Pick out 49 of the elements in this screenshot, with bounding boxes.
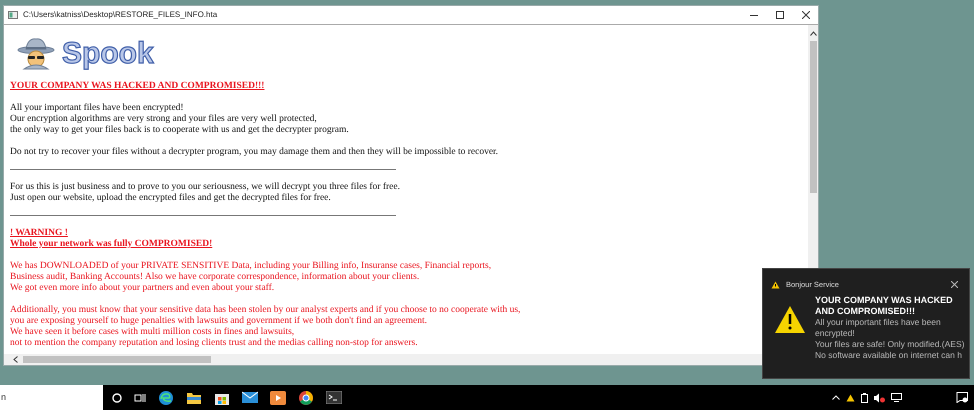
warning-heading: Whole your network was fully COMPROMISED! [10, 239, 212, 250]
scroll-left-icon[interactable] [13, 356, 18, 363]
warning-heading: YOUR COMPANY WAS HACKED AND COMPROMISED!!! [10, 81, 264, 92]
search-text: n [1, 390, 6, 404]
notification-icon[interactable] [956, 392, 968, 403]
scroll-thumb[interactable] [23, 356, 211, 363]
task-view-icon[interactable] [134, 392, 146, 402]
note-line: Additionally, you must know that your sensitive data has been stolen by our analyst experts and if you choose to no cooperate with us, [10, 305, 520, 316]
warning-icon [771, 280, 780, 289]
notification-text: No software available on internet can h [815, 350, 962, 362]
search-field[interactable]: n [0, 385, 103, 410]
warning-heading: ! WARNING ! [10, 228, 68, 239]
monitor-icon[interactable] [891, 393, 902, 402]
folder-icon[interactable] [186, 390, 202, 404]
logo-text: Spook [62, 39, 154, 69]
notification-title: YOUR COMPANY WAS HACKED AND COMPROMISED!!! [815, 295, 954, 318]
media-icon[interactable] [270, 390, 286, 404]
note-line: Do not try to recover your files without a decrypter program, you may damage them and then they will be impossible to recover. [10, 147, 498, 158]
note-line: We have seen it before cases with multi million costs in fines and lawsuits, [10, 327, 294, 338]
close-icon[interactable] [951, 281, 958, 288]
maximize-icon[interactable] [776, 11, 784, 19]
scroll-up-icon[interactable] [810, 31, 816, 36]
window-title: C:\Users\katniss\Desktop\RESTORE_FILES_INFO.hta [23, 9, 218, 21]
warning-icon[interactable] [846, 394, 855, 402]
browser-icon[interactable] [158, 390, 174, 406]
note-line: not to mention the company reputation and losing clients trust and the medias calling non-stop for answers. [10, 338, 418, 349]
note-line: Just open our website, upload the encrypted files and get the decrypted files for free. [10, 193, 331, 204]
mail-icon[interactable] [242, 391, 258, 404]
close-icon[interactable] [802, 11, 810, 19]
note-line: Our encryption algorithms are very strong and your files are very well protected, [10, 114, 317, 125]
note-line: We got even more info about your partners and even about your staff. [10, 283, 274, 294]
note-line: All your important files have been encrypted! [10, 103, 184, 114]
chrome-icon[interactable] [298, 390, 314, 406]
app-icon [8, 11, 18, 19]
circle-icon[interactable] [112, 392, 122, 402]
notification-text: Your files are safe! Only modified.(AES) [815, 339, 964, 350]
note-line: the only way to get your files back is to cooperate with us and get the decrypter program. [10, 125, 349, 136]
spy-icon [16, 37, 56, 71]
note-line: Business audit, Banking Accounts! Also we have corporate correspondence, information about your clients. [10, 272, 420, 283]
notification-text: All your important files have been encrypted! [815, 317, 942, 340]
chevron-up-icon[interactable] [832, 395, 840, 400]
muted-speaker-icon[interactable] [874, 392, 885, 402]
note-line: We has DOWNLOADED of your PRIVATE SENSITIVE Data, including your Billing info, Insuranse cases, Financial reports, [10, 261, 492, 272]
note-line: For us this is just business and to prove to you our seriousness, we will decrypt you three files for free. [10, 182, 400, 193]
note-line: you are exposing yourself to huge penalties with lawsuits and government if we both don't find an agreement. [10, 316, 427, 327]
terminal-icon[interactable] [326, 391, 342, 404]
scroll-thumb[interactable] [810, 41, 816, 193]
battery-icon[interactable] [861, 392, 868, 402]
warning-icon [774, 305, 806, 334]
